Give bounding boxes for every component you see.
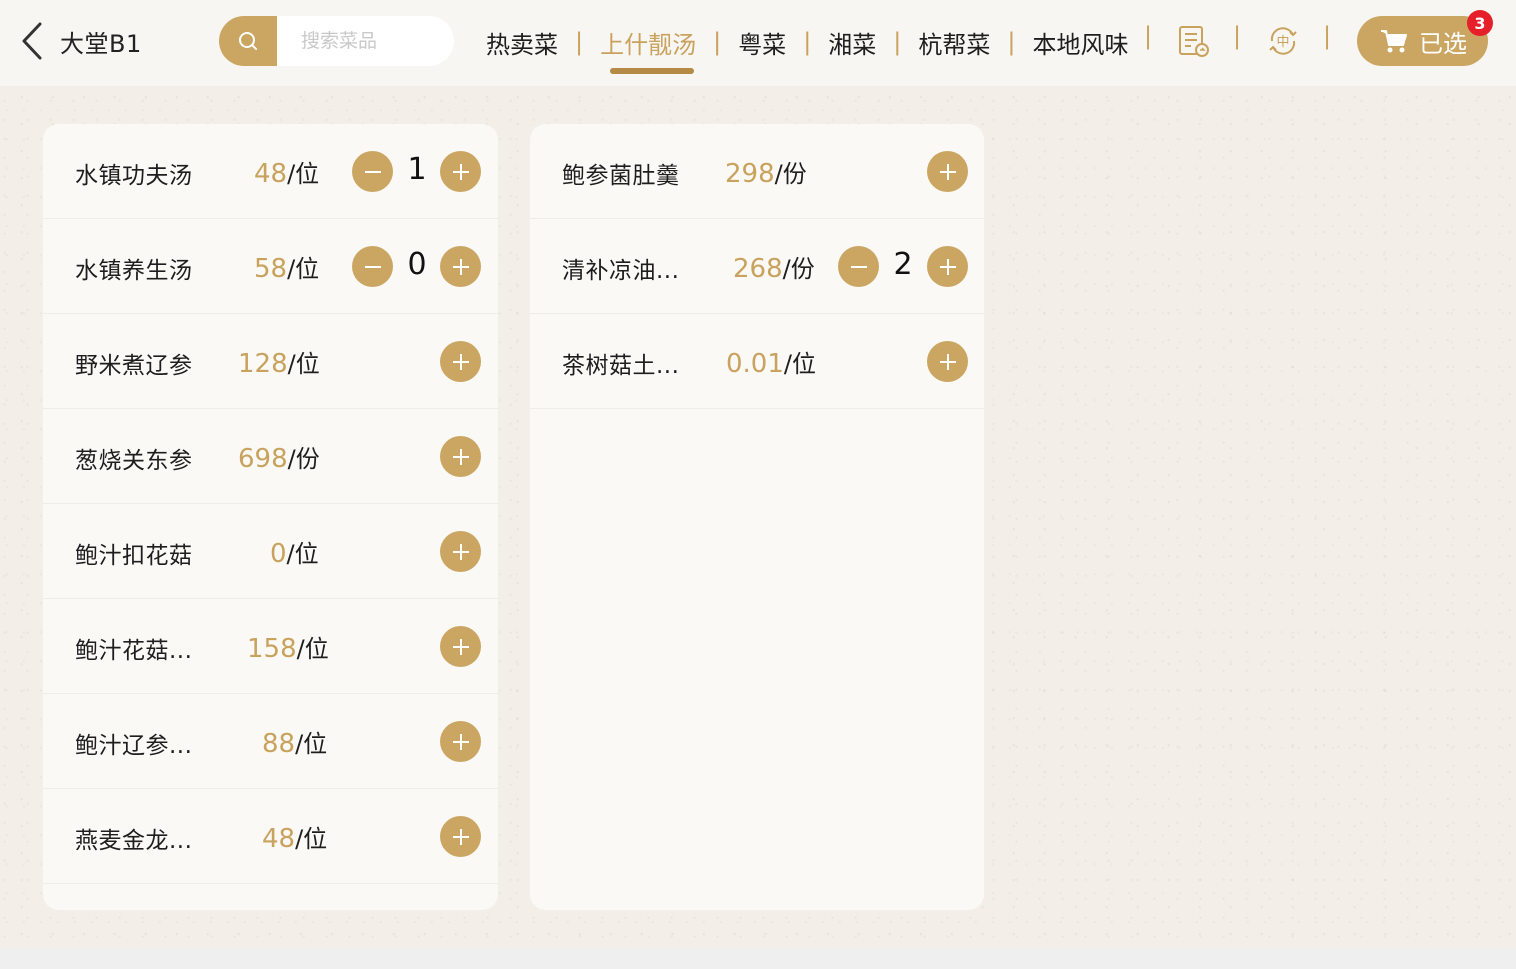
tab-divider: | [893,28,902,56]
tab-hot-dishes[interactable]: 热卖菜 [486,25,558,60]
svg-text:中: 中 [1276,35,1289,50]
dish-name: 鲍参菌肚羹 [562,163,680,189]
dish-name: 燕麦金龙... [75,828,193,854]
dish-name: 鲍汁花菇... [75,638,193,664]
increase-button[interactable] [440,246,481,287]
increase-button[interactable] [927,246,968,287]
dish-price: 0/位 [270,539,319,569]
dish-name: 水镇功夫汤 [75,163,193,189]
dish-name: 野米煮辽参 [75,353,193,379]
back-button[interactable]: 大堂B1 [18,20,158,62]
decrease-button[interactable] [352,151,393,192]
tab-divider: | [713,28,722,56]
dish-price: 88/位 [262,729,328,759]
category-tabs: 热卖菜 | 上什靓汤 | 粤菜 | 湘菜 | 杭帮菜 | 本地风味 [486,22,1128,74]
tab-divider: | [575,28,584,56]
dish-price: 128/位 [238,349,320,379]
tab-hunan[interactable]: 湘菜 [828,25,876,60]
dish-row: 鲍汁辽参... 88/位 [43,694,498,789]
quantity-value: 1 [407,152,427,187]
dish-name: 水镇养生汤 [75,258,193,284]
increase-button[interactable] [927,341,968,382]
toolbar-divider: | [1323,22,1332,50]
dish-price: 58/位 [254,254,320,284]
dish-row: 水镇养生汤 58/位 0 [43,219,498,314]
active-tab-indicator [610,67,695,74]
dish-list-left: 水镇功夫汤 48/位 1 水镇养生汤 58/位 0 野米煮辽参 128/位 葱烧… [43,124,498,910]
cart-count-badge: 3 [1467,10,1493,36]
dish-row: 鲍汁花菇... 158/位 [43,599,498,694]
cart-icon [1381,30,1407,53]
location-label: 大堂B1 [60,29,142,58]
tab-soups-label: 上什靓汤 [600,30,697,59]
tab-hangzhou[interactable]: 杭帮菜 [918,25,990,60]
tab-local-flavor[interactable]: 本地风味 [1032,25,1128,60]
dish-row: 野米煮辽参 128/位 [43,314,498,409]
quantity-value: 0 [407,247,427,282]
dish-row: 清补凉油... 268/份 2 [530,219,984,314]
dish-list-right: 鲍参菌肚羹 298/份 清补凉油... 268/份 2 茶树菇土... 0.01… [530,124,984,910]
dish-name: 鲍汁扣花菇 [75,543,193,569]
dish-row: 水镇功夫汤 48/位 1 [43,124,498,219]
dish-name: 鲍汁辽参... [75,733,193,759]
increase-button[interactable] [440,436,481,477]
toolbar-divider: | [1233,22,1242,50]
dish-row: 葱烧关东参 698/份 [43,409,498,504]
cart-label: 已选 [1419,29,1467,58]
dish-price: 48/位 [254,159,320,189]
bottom-strip [0,948,1516,969]
chevron-left-icon [22,22,42,60]
increase-button[interactable] [440,816,481,857]
search-box[interactable] [219,16,454,66]
increase-button[interactable] [440,151,481,192]
dish-row: 茶树菇土... 0.01/位 [530,314,984,409]
increase-button[interactable] [440,531,481,572]
tab-divider: | [1007,28,1016,56]
decrease-button[interactable] [352,246,393,287]
increase-button[interactable] [440,341,481,382]
dish-price: 298/份 [725,159,807,189]
dish-row: 燕麦金龙... 48/位 [43,789,498,884]
increase-button[interactable] [440,626,481,667]
dish-name: 葱烧关东参 [75,448,193,474]
tab-divider: | [803,28,812,56]
dish-row: 鲍汁扣花菇 0/位 [43,504,498,599]
dish-name: 茶树菇土... [562,353,680,379]
increase-button[interactable] [927,151,968,192]
search-icon[interactable] [219,16,277,66]
dish-price: 158/位 [247,634,329,664]
toolbar-divider: | [1144,22,1153,50]
dish-price: 268/份 [733,254,815,284]
dish-price: 698/份 [238,444,320,474]
top-bar: 大堂B1 热卖菜 | 上什靓汤 | 粤菜 | 湘菜 | 杭帮菜 | 本地风味 |… [0,0,1516,86]
dish-price: 48/位 [262,824,328,854]
dish-price: 0.01/位 [726,349,816,379]
tab-cantonese[interactable]: 粤菜 [738,25,786,60]
increase-button[interactable] [440,721,481,762]
tab-soups[interactable]: 上什靓汤 [600,25,697,74]
dish-row: 鲍参菌肚羹 298/份 [530,124,984,219]
dish-name: 清补凉油... [562,258,680,284]
order-list-icon[interactable] [1176,24,1210,58]
language-switch-icon[interactable]: 中 [1266,24,1300,58]
quantity-value: 2 [893,247,913,282]
search-input[interactable] [277,16,447,66]
decrease-button[interactable] [838,246,879,287]
